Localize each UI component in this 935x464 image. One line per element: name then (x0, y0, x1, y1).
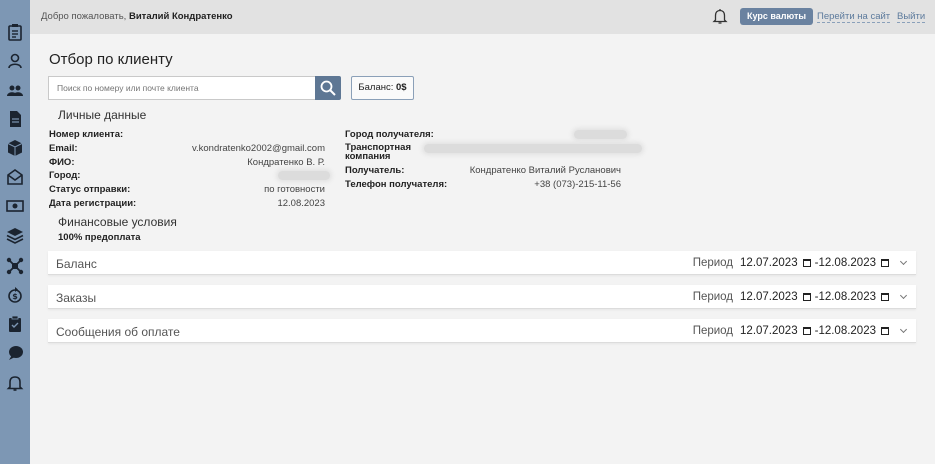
goto-site-link[interactable]: Перейти на сайт (817, 11, 891, 23)
bell-icon[interactable] (6, 374, 24, 392)
transport-company-redacted (424, 144, 642, 153)
recipient-phone-value: +38 (073)-215-11-56 (534, 179, 621, 190)
period-filter: Период 12.07.2023 - 12.08.2023 (692, 291, 908, 303)
status-value: по готовности (264, 184, 325, 195)
sidebar: $ (0, 0, 30, 464)
status-label: Статус отправки: (49, 184, 131, 195)
period-label: Период (692, 291, 734, 303)
recipient-value: Кондратенко Виталий Русланович (469, 165, 621, 176)
calendar-icon[interactable] (881, 327, 889, 335)
chevron-down-icon[interactable] (899, 291, 908, 300)
recipient-city-redacted (574, 130, 627, 139)
chevron-down-icon[interactable] (899, 325, 908, 334)
envelope-icon[interactable] (6, 168, 24, 186)
finance-terms: 100% предоплата (58, 232, 141, 243)
panel-title: Баланс (56, 257, 97, 271)
email-label: Email: (49, 143, 78, 154)
date-to-input[interactable]: 12.08.2023 (818, 325, 876, 337)
date-from-input[interactable]: 12.07.2023 (740, 325, 798, 337)
recipient-city-label: Город получателя: (345, 129, 434, 140)
search-button[interactable] (315, 76, 341, 100)
finance-title: Финансовые условия (58, 215, 177, 229)
date-from-input[interactable]: 12.07.2023 (740, 291, 798, 303)
panel-title: Заказы (56, 291, 97, 305)
chevron-down-icon[interactable] (899, 257, 908, 266)
period-label: Период (692, 257, 734, 269)
user-icon[interactable] (6, 52, 24, 70)
calendar-icon[interactable] (802, 259, 811, 267)
currency-rates-button[interactable]: Курс валюты (740, 8, 814, 25)
page-title: Отбор по клиенту (49, 51, 173, 68)
client-number-label: Номер клиента: (49, 129, 124, 140)
period-filter: Период 12.07.2023 - 12.08.2023 (692, 325, 908, 337)
city-label: Город: (49, 170, 81, 181)
date-to-input[interactable]: 12.08.2023 (818, 257, 876, 269)
fio-value: Кондратенко В. Р. (247, 157, 325, 168)
period-filter: Период 12.07.2023 - 12.08.2023 (692, 257, 908, 269)
user-name: Виталий Кондратенко (128, 11, 233, 22)
email-value: v.kondratenko2002@gmail.com (191, 143, 325, 154)
payment-messages-panel[interactable]: Сообщения об оплате Период 12.07.2023 - … (48, 319, 916, 343)
registration-date-value: 12.08.2023 (277, 198, 325, 209)
orders-panel[interactable]: Заказы Период 12.07.2023 - 12.08.2023 (48, 285, 916, 309)
balance-panel[interactable]: Баланс Период 12.07.2023 - 12.08.2023 (48, 251, 916, 275)
clipboard-icon[interactable] (6, 23, 24, 41)
clipboard-check-icon[interactable] (6, 315, 24, 333)
date-to-input[interactable]: 12.08.2023 (818, 291, 876, 303)
panel-title: Сообщения об оплате (56, 325, 180, 339)
balance-button[interactable]: Баланс: 0$ (351, 76, 414, 100)
calendar-icon[interactable] (802, 327, 811, 335)
notifications-bell-icon[interactable] (712, 8, 728, 25)
welcome-text: Добро пожаловать, Виталий Кондратенко (41, 11, 233, 22)
dollar-cycle-icon[interactable]: $ (6, 286, 24, 304)
users-icon[interactable] (6, 81, 24, 99)
money-icon[interactable] (6, 197, 24, 215)
calendar-icon[interactable] (881, 293, 889, 301)
balance-value: 0$ (396, 82, 407, 93)
transport-company-label: Транспортная компания (345, 142, 411, 162)
search-input[interactable] (48, 76, 315, 100)
logout-link[interactable]: Выйти (897, 11, 926, 23)
search-icon (320, 80, 336, 96)
chat-icon[interactable] (6, 344, 24, 362)
recipient-phone-label: Телефон получателя: (345, 179, 448, 190)
layers-icon[interactable] (6, 226, 24, 244)
period-label: Период (692, 325, 734, 337)
date-from-input[interactable]: 12.07.2023 (740, 257, 798, 269)
document-icon[interactable] (6, 110, 24, 128)
fio-label: ФИО: (49, 157, 75, 168)
personal-data-title: Личные данные (58, 108, 147, 122)
top-bar: Добро пожаловать, Виталий Кондратенко Ку… (30, 0, 935, 34)
box-icon[interactable] (6, 139, 24, 157)
calendar-icon[interactable] (881, 259, 889, 267)
city-value-redacted (278, 171, 330, 180)
calendar-icon[interactable] (802, 293, 811, 301)
registration-date-label: Дата регистрации: (49, 198, 137, 209)
recipient-label: Получатель: (345, 165, 405, 176)
svg-text:$: $ (12, 292, 18, 301)
drone-icon[interactable] (6, 257, 24, 275)
